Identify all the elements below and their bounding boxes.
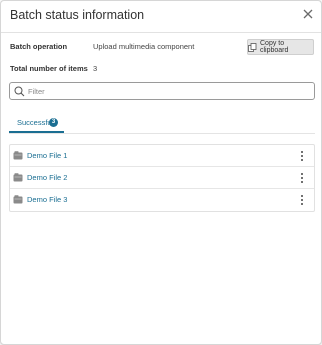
copy-button-label: Copy to clipboard	[260, 40, 289, 54]
copy-icon	[248, 42, 257, 52]
multimedia-file-icon	[13, 151, 23, 160]
dialog-title: Batch status information	[10, 8, 145, 22]
batch-status-dialog: Batch status information Batch operation…	[0, 0, 322, 345]
successful-count-badge: 3	[49, 117, 58, 127]
filter-input[interactable]	[28, 85, 308, 98]
list-item: Demo File 2	[10, 167, 314, 189]
more-options-icon[interactable]	[299, 171, 305, 185]
file-name-link[interactable]: Demo File 2	[27, 173, 67, 182]
batch-operation-value: Upload multimedia component	[93, 42, 195, 51]
file-list: Demo File 1 Demo File 2 Demo File 3	[9, 144, 315, 212]
list-item: Demo File 3	[10, 189, 314, 211]
list-item: Demo File 1	[10, 145, 314, 167]
multimedia-file-icon	[13, 173, 23, 182]
file-name-link[interactable]: Demo File 1	[27, 151, 67, 160]
total-items-value: 3	[93, 64, 98, 73]
batch-operation-label: Batch operation	[10, 42, 68, 51]
dialog-header: Batch status information	[1, 1, 321, 33]
close-icon[interactable]	[301, 7, 315, 21]
more-options-icon[interactable]	[299, 193, 305, 207]
copy-to-clipboard-button[interactable]: Copy to clipboard	[247, 39, 314, 55]
search-icon	[14, 86, 25, 97]
total-items-label: Total number of items	[10, 64, 88, 73]
filter-field	[9, 82, 315, 100]
file-name-link[interactable]: Demo File 3	[27, 195, 67, 204]
tab-successful-label: Successful	[17, 118, 54, 127]
more-options-icon[interactable]	[299, 149, 305, 163]
tab-divider	[9, 133, 315, 134]
tab-successful[interactable]: Successful 3	[9, 114, 64, 134]
multimedia-file-icon	[13, 195, 23, 204]
